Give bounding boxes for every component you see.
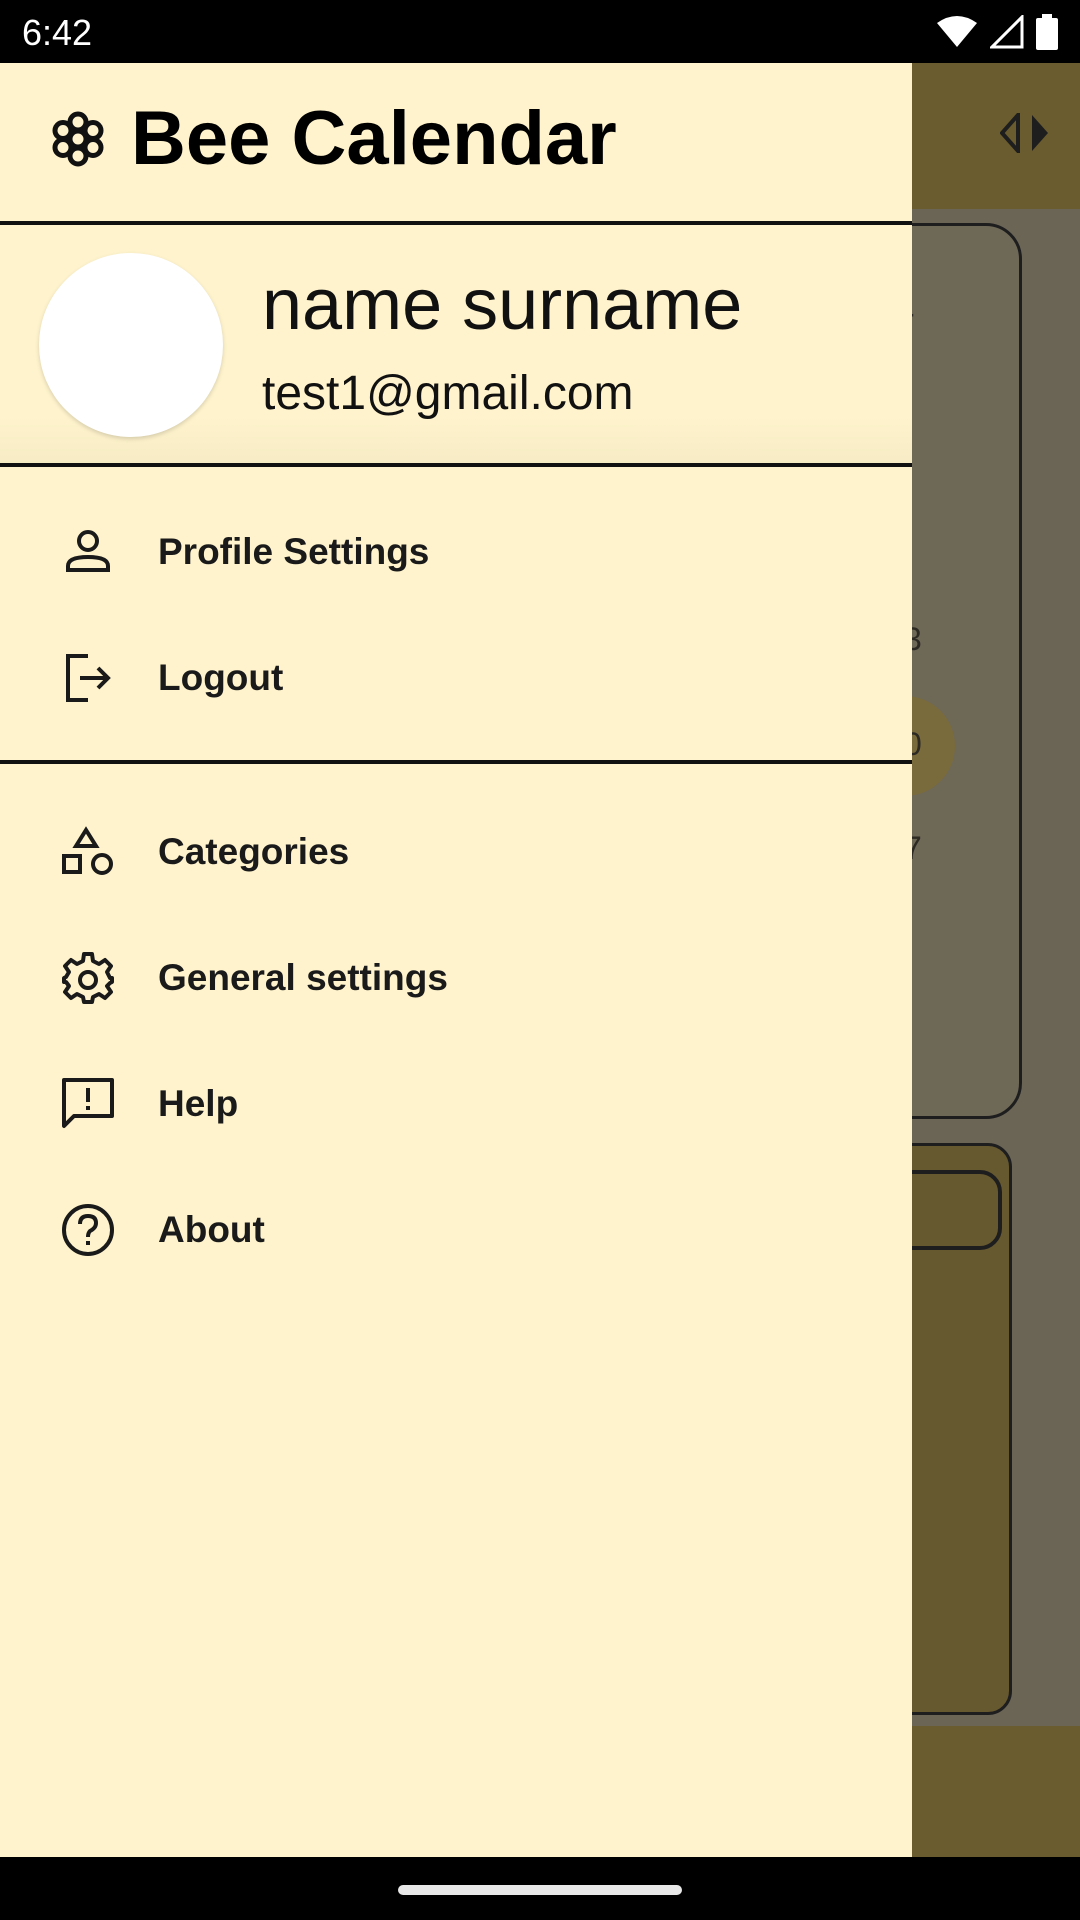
- divider: [0, 463, 912, 467]
- person-icon: [66, 530, 110, 572]
- gear-icon: [62, 952, 114, 1004]
- menu-label: About: [158, 1209, 265, 1250]
- menu-item-general-settings[interactable]: General settings: [0, 923, 912, 1033]
- divider: [0, 760, 912, 764]
- wifi-icon: [937, 16, 977, 47]
- app-title: Bee Calendar: [131, 96, 617, 181]
- feedback-icon: [62, 1078, 114, 1128]
- previous-month-icon: [1000, 113, 1020, 153]
- home-gesture-handle[interactable]: [398, 1885, 682, 1895]
- menu-label: Categories: [158, 831, 350, 872]
- next-month-icon: [1032, 115, 1048, 151]
- avatar[interactable]: [39, 253, 223, 437]
- menu-label: Profile Settings: [158, 531, 430, 572]
- menu-label: Help: [158, 1083, 239, 1124]
- menu-item-help[interactable]: Help: [0, 1049, 912, 1159]
- signal-icon: [990, 15, 1024, 49]
- menu-label: General settings: [158, 957, 448, 998]
- menu-item-categories[interactable]: Categories: [0, 797, 912, 907]
- menu-item-profile-settings[interactable]: Profile Settings: [0, 497, 912, 607]
- logout-icon: [66, 654, 111, 702]
- flower-icon: [52, 111, 104, 167]
- help-circle-icon: [62, 1204, 114, 1256]
- user-email: test1@gmail.com: [262, 367, 634, 420]
- menu-item-about[interactable]: About: [0, 1175, 912, 1285]
- menu-item-logout[interactable]: Logout: [0, 623, 912, 733]
- system-nav-bar: [0, 1857, 1080, 1920]
- menu-label: Logout: [158, 657, 284, 698]
- battery-icon: [1036, 14, 1058, 50]
- status-bar: 6:42: [0, 0, 1080, 63]
- status-icons: [936, 12, 1058, 52]
- navigation-drawer: Bee Calendar name surname test1@gmail.co…: [0, 63, 912, 1857]
- calendar-nav: [1000, 113, 1050, 153]
- user-name: name surname: [262, 265, 743, 345]
- status-time: 6:42: [22, 12, 93, 53]
- profile-header: name surname test1@gmail.com: [0, 225, 912, 465]
- drawer-header: Bee Calendar: [0, 63, 912, 223]
- categories-icon: [62, 826, 113, 875]
